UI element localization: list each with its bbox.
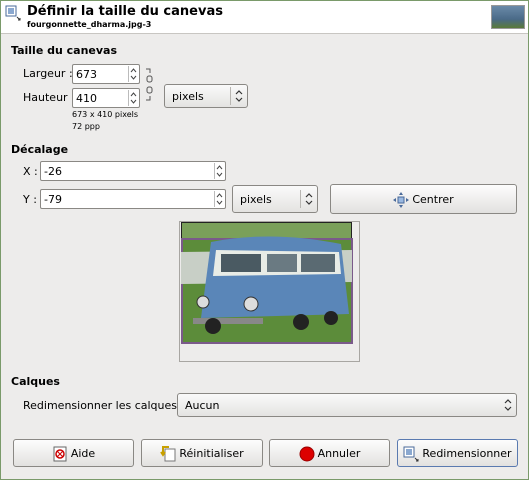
width-label: Largeur : <box>23 67 73 80</box>
layers-heading: Calques <box>11 375 60 388</box>
help-button[interactable]: Aide <box>13 439 134 467</box>
chevron-updown-icon <box>230 87 247 105</box>
dialog-subtitle: fourgonnette_dharma.jpg-3 <box>27 20 152 29</box>
chain-link-icon[interactable] <box>144 67 154 103</box>
offset-unit-value: pixels <box>240 193 272 206</box>
size-unit-value: pixels <box>172 90 204 103</box>
resize-button[interactable]: Redimensionner <box>397 439 518 467</box>
resize-layers-select[interactable]: Aucun <box>177 393 517 417</box>
width-spin-arrows[interactable] <box>128 66 138 82</box>
offset-x-value: -26 <box>44 165 62 178</box>
offset-y-spinbox[interactable]: -79 <box>40 189 226 209</box>
offset-x-label: X : <box>23 165 38 178</box>
canvas-size-heading: Taille du canevas <box>11 44 118 57</box>
offset-x-spinbox[interactable]: -26 <box>40 161 226 181</box>
resize-label: Redimensionner <box>422 447 512 460</box>
center-button[interactable]: Centrer <box>330 184 517 214</box>
center-icon <box>393 192 410 208</box>
height-spinbox[interactable]: 410 <box>72 88 140 108</box>
width-value: 673 <box>76 68 97 81</box>
reset-icon <box>160 446 176 462</box>
resize-canvas-icon <box>403 446 419 462</box>
image-thumbnail <box>491 5 525 29</box>
cancel-label: Annuler <box>317 447 361 460</box>
dialog-header: Définir la taille du canevas fourgonnett… <box>1 1 528 34</box>
offset-y-label: Y : <box>23 193 37 206</box>
dialog-window: Définir la taille du canevas fourgonnett… <box>0 0 529 480</box>
height-spin-arrows[interactable] <box>128 90 138 106</box>
chevron-updown-icon <box>300 190 317 208</box>
help-icon <box>53 446 67 462</box>
cancel-button[interactable]: Annuler <box>269 439 390 467</box>
width-spinbox[interactable]: 673 <box>72 64 140 84</box>
reset-button[interactable]: Réinitialiser <box>141 439 263 467</box>
center-label: Centrer <box>412 193 454 206</box>
offset-x-spin-arrows[interactable] <box>214 163 224 179</box>
size-info-pixels: 673 x 410 pixels <box>72 110 139 119</box>
cancel-icon <box>299 446 315 462</box>
dialog-title: Définir la taille du canevas <box>27 4 223 19</box>
resize-layers-value: Aucun <box>185 399 220 412</box>
offset-heading: Décalage <box>11 143 69 156</box>
help-label: Aide <box>70 447 96 460</box>
size-info-resolution: 72 ppp <box>72 122 100 131</box>
height-label: Hauteur : <box>23 91 75 104</box>
offset-unit-select[interactable]: pixels <box>232 185 318 213</box>
offset-y-spin-arrows[interactable] <box>214 191 224 207</box>
height-value: 410 <box>76 92 97 105</box>
size-unit-select[interactable]: pixels <box>164 84 248 108</box>
reset-label: Réinitialiser <box>179 447 244 460</box>
chevron-updown-icon <box>500 396 516 414</box>
canvas-preview-image <box>181 222 353 344</box>
offset-y-value: -79 <box>44 193 62 206</box>
resize-layers-label: Redimensionner les calques : <box>23 399 185 412</box>
canvas-size-icon <box>5 5 21 21</box>
